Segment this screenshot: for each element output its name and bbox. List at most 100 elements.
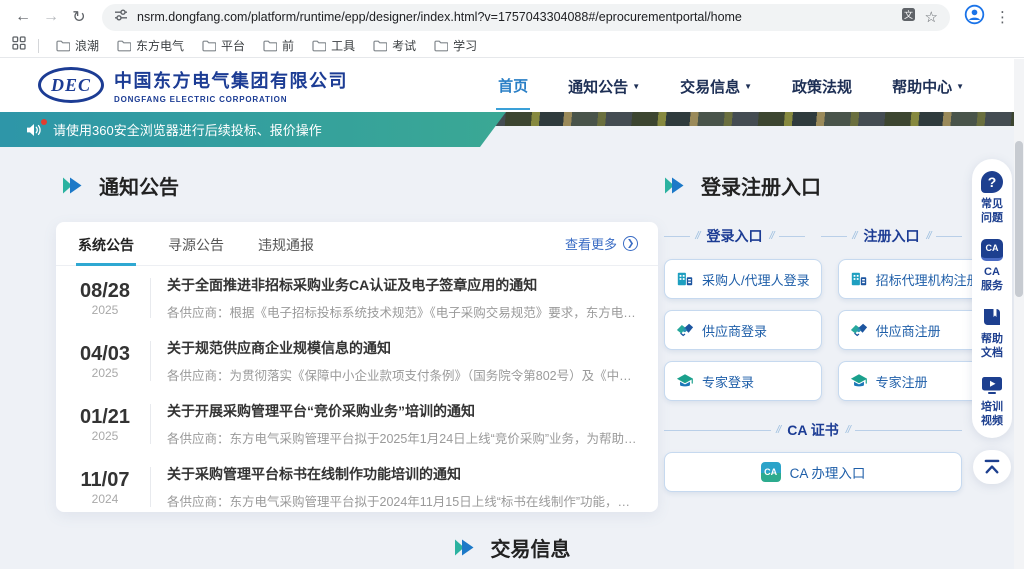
trade-section-title: 交易信息 (454, 533, 571, 562)
notice-list-item[interactable]: 11/07 2024 关于采购管理平台标书在线制作功能培训的通知 各供应商：东方… (56, 455, 658, 512)
bookmark-folder[interactable]: 工具 (303, 34, 364, 57)
back-icon[interactable]: ← (10, 4, 36, 30)
notice-list-item[interactable]: 01/21 2025 关于开展采购管理平台“竞价采购业务”培训的通知 各供应商：… (56, 392, 658, 455)
notice-date: 11/07 (76, 469, 134, 492)
notice-date: 08/28 (76, 280, 134, 303)
notice-desc: 各供应商：为贯彻落实《保障中小企业款项支付条例》（国务院令第802号）及《中小企… (167, 365, 638, 384)
training-videos-rail-button[interactable]: 培训 视频 (981, 374, 1003, 429)
supplier-register-button[interactable]: 供应商注册 (838, 310, 992, 350)
login-register-section: 登录注册入口 // 登录入口 // // 注册入口 // 采购人/代理人登录 招… (664, 171, 962, 492)
section-arrow-icon (62, 176, 85, 195)
expert-register-button[interactable]: 专家注册 (838, 361, 992, 401)
chrome-menu-icon[interactable]: ⋮ (995, 8, 1010, 26)
forward-icon[interactable]: → (38, 4, 64, 30)
register-entry-header: // 注册入口 // (821, 226, 962, 246)
notice-year: 2025 (76, 366, 134, 380)
video-icon (981, 374, 1003, 396)
folder-icon (373, 40, 387, 52)
nav-policies[interactable]: 政策法规 (790, 61, 854, 109)
folder-icon (56, 40, 70, 52)
bookmark-folder[interactable]: 东方电气 (108, 34, 193, 57)
expert-login-button[interactable]: 专家登录 (664, 361, 822, 401)
question-icon: ? (981, 171, 1003, 193)
page-main: 通知公告 系统公告 寻源公告 违规通报 查看更多 ❯ 08/28 2025 (0, 147, 1024, 569)
chevron-down-icon: ▼ (956, 82, 964, 91)
company-logo[interactable]: DEC 中国东方电气集团有限公司 DONGFANG ELECTRIC CORPO… (38, 67, 348, 104)
tab-violation-reports[interactable]: 违规通报 (256, 222, 316, 266)
address-bar[interactable]: nsrm.dongfang.com/platform/runtime/epp/d… (102, 4, 950, 31)
notice-tabs: 系统公告 寻源公告 违规通报 (76, 222, 565, 266)
site-header: DEC 中国东方电气集团有限公司 DONGFANG ELECTRIC CORPO… (0, 58, 1024, 112)
page-scrollbar[interactable] (1014, 59, 1024, 569)
notice-list-item[interactable]: 08/28 2025 关于全面推进非招标采购业务CA认证及电子签章应用的通知 各… (56, 266, 658, 329)
ca-apply-button[interactable]: CA CA 办理入口 (664, 452, 962, 492)
reload-icon[interactable]: ↻ (66, 4, 92, 30)
profile-icon[interactable] (964, 4, 985, 30)
view-more-link[interactable]: 查看更多 ❯ (565, 234, 638, 253)
nav-help-center[interactable]: 帮助中心▼ (890, 61, 966, 109)
translate-icon[interactable]: 文 (901, 7, 916, 27)
bookmark-folder[interactable]: 考试 (364, 34, 425, 57)
notices-section: 通知公告 系统公告 寻源公告 违规通报 查看更多 ❯ 08/28 2025 (56, 171, 658, 512)
handshake-icon (676, 321, 694, 339)
company-name-cn: 中国东方电气集团有限公司 (114, 67, 348, 93)
bookmark-folder[interactable]: 前 (254, 34, 303, 57)
browser-notice-bar: 请使用360安全浏览器进行后续投标、报价操作 (0, 112, 506, 147)
notices-section-title: 通知公告 (62, 171, 658, 200)
graduation-cap-icon (676, 372, 694, 390)
notice-date: 01/21 (76, 406, 134, 429)
bookmark-folder[interactable]: 浪潮 (47, 34, 108, 57)
notice-title[interactable]: 关于采购管理平台标书在线制作功能培训的通知 (167, 464, 638, 484)
login-section-title: 登录注册入口 (664, 171, 962, 200)
site-settings-icon[interactable] (114, 8, 128, 27)
company-name-en: DONGFANG ELECTRIC CORPORATION (114, 95, 348, 104)
tab-system-notices[interactable]: 系统公告 (76, 222, 136, 266)
floating-rail: ? 常见 问题 CA CA 服务 帮助 文档 培训 视频 (972, 159, 1012, 484)
back-to-top-button[interactable] (973, 450, 1011, 484)
ca-service-rail-button[interactable]: CA CA 服务 (981, 239, 1003, 294)
svg-text:文: 文 (904, 9, 913, 20)
chevron-down-icon: ▼ (744, 82, 752, 91)
building-icon (850, 270, 868, 288)
apps-grid-icon[interactable] (8, 36, 30, 55)
url-text[interactable]: nsrm.dongfang.com/platform/runtime/epp/d… (137, 10, 892, 24)
folder-icon (312, 40, 326, 52)
tab-sourcing-notices[interactable]: 寻源公告 (166, 222, 226, 266)
notice-date: 04/03 (76, 343, 134, 366)
chevron-down-icon: ▼ (632, 82, 640, 91)
bookmark-star-icon[interactable]: ☆ (925, 8, 938, 26)
divider (150, 467, 151, 507)
nav-home[interactable]: 首页 (496, 60, 530, 110)
bookmark-folder[interactable]: 学习 (425, 34, 486, 57)
login-entry-header: // 登录入口 // (664, 226, 805, 246)
notice-title[interactable]: 关于开展采购管理平台“竞价采购业务”培训的通知 (167, 401, 638, 421)
notice-year: 2025 (76, 429, 134, 443)
nav-notices[interactable]: 通知公告▼ (566, 61, 642, 109)
nav-trade-info[interactable]: 交易信息▼ (678, 61, 754, 109)
notice-desc: 各供应商：东方电气采购管理平台拟于2025年1月24日上线“竞价采购”业务，为帮… (167, 428, 638, 447)
bookmark-folder[interactable]: 平台 (193, 34, 254, 57)
ca-icon: CA (981, 239, 1003, 261)
graduation-cap-icon (850, 372, 868, 390)
folder-icon (263, 40, 277, 52)
supplier-login-button[interactable]: 供应商登录 (664, 310, 822, 350)
divider (38, 39, 39, 53)
notification-dot (41, 119, 47, 125)
trade-info-section: 交易信息 (0, 533, 1024, 562)
folder-icon (434, 40, 448, 52)
buyer-agent-login-button[interactable]: 采购人/代理人登录 (664, 259, 822, 299)
building-icon (676, 270, 694, 288)
speaker-icon (26, 123, 42, 137)
notice-title[interactable]: 关于全面推进非招标采购业务CA认证及电子签章应用的通知 (167, 275, 638, 295)
notice-title[interactable]: 关于规范供应商企业规模信息的通知 (167, 338, 638, 358)
folder-icon (202, 40, 216, 52)
notice-list-item[interactable]: 04/03 2025 关于规范供应商企业规模信息的通知 各供应商：为贯彻落实《保… (56, 329, 658, 392)
scrollbar-thumb[interactable] (1015, 141, 1023, 297)
notice-desc: 各供应商：根据《电子招标投标系统技术规范》《电子采购交易规范》要求，东方电气采购… (167, 302, 638, 321)
section-arrow-icon (664, 176, 687, 195)
browser-toolbar: ← → ↻ nsrm.dongfang.com/platform/runtime… (0, 0, 1024, 34)
faq-rail-button[interactable]: ? 常见 问题 (981, 171, 1003, 226)
help-docs-rail-button[interactable]: 帮助 文档 (981, 306, 1003, 361)
bidding-agency-register-button[interactable]: 招标代理机构注册 (838, 259, 992, 299)
dec-logo-oval: DEC (38, 67, 104, 103)
